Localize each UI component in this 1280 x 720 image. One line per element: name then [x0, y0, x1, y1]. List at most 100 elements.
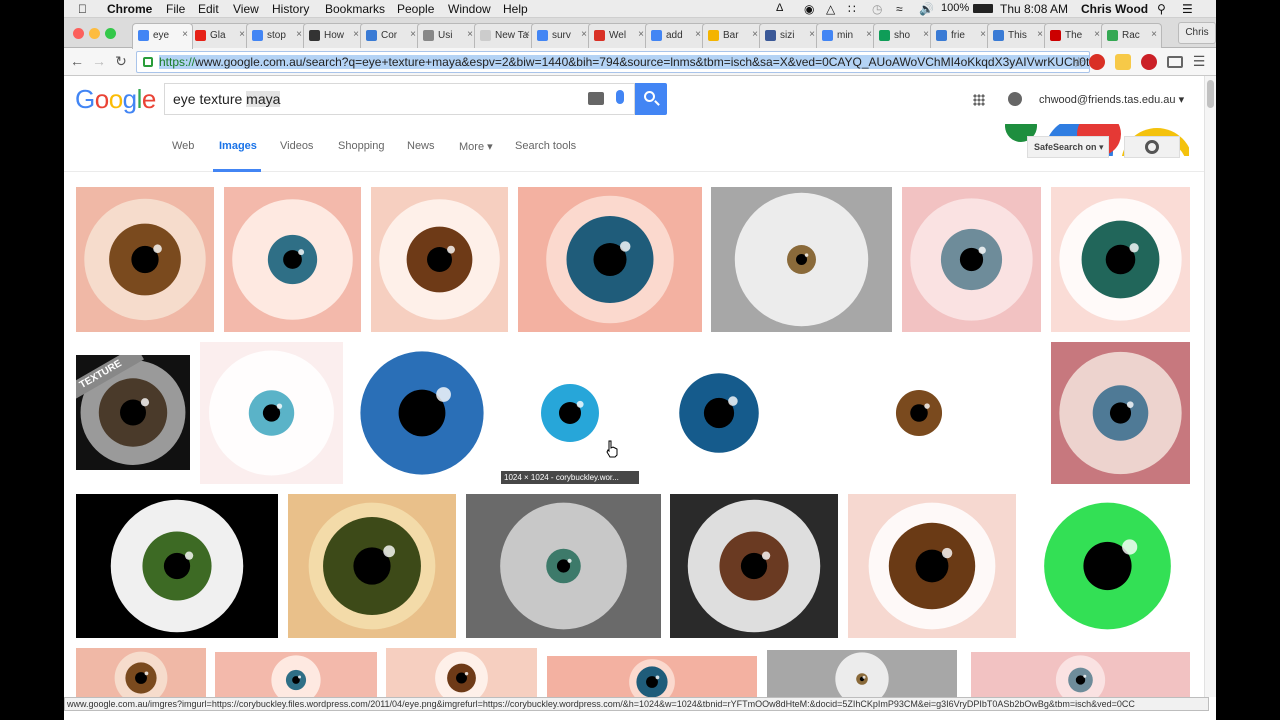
image-result[interactable]: [902, 187, 1041, 332]
search-input[interactable]: eye texture maya: [164, 83, 635, 115]
tab-search-tools[interactable]: Search tools: [515, 140, 576, 152]
spotlight-icon[interactable]: ⚲: [1157, 2, 1166, 16]
tab-close-icon[interactable]: ×: [182, 29, 188, 40]
menu-app-name[interactable]: Chrome: [107, 2, 152, 16]
extension-shield-icon[interactable]: [1089, 54, 1105, 70]
tab-close-icon[interactable]: ×: [1094, 29, 1100, 40]
tab-more[interactable]: More ▾: [459, 140, 493, 153]
image-result[interactable]: [1025, 494, 1190, 638]
image-result[interactable]: [371, 187, 508, 332]
tab-close-icon[interactable]: ×: [809, 29, 815, 40]
tab-images[interactable]: Images: [219, 140, 257, 152]
browser-tab[interactable]: New Ta ×: [474, 23, 535, 48]
tab-web[interactable]: Web: [172, 140, 194, 152]
notifications-icon[interactable]: [1008, 92, 1022, 106]
tab-close-icon[interactable]: ×: [410, 29, 416, 40]
browser-tab[interactable]: eye ×: [132, 23, 193, 49]
browser-tab[interactable]: frie ×: [930, 23, 991, 48]
reload-icon[interactable]: ↻: [112, 52, 130, 70]
image-result[interactable]: [200, 342, 343, 484]
volume-icon[interactable]: 🔊: [919, 2, 934, 16]
time-machine-icon[interactable]: ◷: [872, 2, 882, 16]
apps-grid-icon[interactable]: [973, 94, 985, 106]
safesearch-dropdown[interactable]: SafeSearch on ▾: [1027, 136, 1109, 158]
zoom-window-icon[interactable]: [105, 28, 116, 39]
extension-star-icon[interactable]: [1115, 54, 1131, 70]
image-result[interactable]: [767, 650, 957, 700]
forward-icon[interactable]: →: [90, 52, 108, 70]
tab-videos[interactable]: Videos: [280, 140, 313, 152]
menu-history[interactable]: History: [272, 2, 309, 16]
menu-help[interactable]: Help: [503, 2, 528, 16]
menu-bookmarks[interactable]: Bookmarks: [325, 2, 385, 16]
image-result[interactable]: 1024 × 1024 - corybuckley.wor...: [501, 342, 639, 484]
browser-tab[interactable]: add ×: [645, 23, 706, 48]
tab-close-icon[interactable]: ×: [239, 29, 245, 40]
browser-tab[interactable]: sho ×: [873, 23, 934, 48]
profile-button[interactable]: Chris: [1178, 22, 1216, 44]
bookmark-star-icon[interactable]: ☆: [1072, 52, 1085, 72]
image-result[interactable]: [76, 187, 214, 332]
settings-button[interactable]: [1124, 136, 1180, 158]
menu-user[interactable]: Chris Wood: [1081, 2, 1148, 16]
image-result[interactable]: [224, 187, 361, 332]
browser-tab[interactable]: Bar ×: [702, 23, 763, 48]
tab-close-icon[interactable]: ×: [1151, 29, 1157, 40]
browser-tab[interactable]: This ×: [987, 23, 1048, 48]
apple-icon[interactable]: : [78, 2, 87, 16]
tab-close-icon[interactable]: ×: [752, 29, 758, 40]
tab-close-icon[interactable]: ×: [923, 29, 929, 40]
minimize-window-icon[interactable]: [89, 28, 100, 39]
menu-edit[interactable]: Edit: [198, 2, 219, 16]
grid-status-icon[interactable]: ∷: [848, 2, 856, 16]
browser-tab[interactable]: Rac ×: [1101, 23, 1162, 48]
drive-icon[interactable]: △: [826, 2, 835, 16]
image-result[interactable]: [1051, 187, 1190, 332]
browser-tab[interactable]: stop ×: [246, 23, 307, 48]
tab-close-icon[interactable]: ×: [695, 29, 701, 40]
image-result[interactable]: [971, 652, 1190, 700]
image-result[interactable]: [648, 342, 790, 484]
menu-file[interactable]: File: [166, 2, 185, 16]
tab-close-icon[interactable]: ×: [353, 29, 359, 40]
browser-tab[interactable]: The ×: [1044, 23, 1105, 48]
battery-icon[interactable]: [973, 4, 993, 13]
tab-close-icon[interactable]: ×: [467, 29, 473, 40]
adobe-icon[interactable]: Δ: [776, 2, 783, 14]
tab-close-icon[interactable]: ×: [638, 29, 644, 40]
browser-tab[interactable]: min ×: [816, 23, 877, 48]
account-email[interactable]: chwood@friends.tas.edu.au ▾: [1039, 93, 1184, 106]
microphone-icon[interactable]: [616, 90, 624, 104]
tab-close-icon[interactable]: ×: [980, 29, 986, 40]
pinterest-icon[interactable]: [1141, 54, 1157, 70]
menu-view[interactable]: View: [233, 2, 259, 16]
image-result[interactable]: [796, 349, 1042, 477]
image-result[interactable]: [386, 648, 537, 700]
browser-tab[interactable]: surv ×: [531, 23, 592, 48]
browser-tab[interactable]: Cor ×: [360, 23, 421, 48]
image-result[interactable]: [76, 494, 278, 638]
image-result[interactable]: [711, 187, 892, 332]
camera-icon[interactable]: [588, 92, 604, 105]
image-result[interactable]: [352, 342, 492, 484]
address-bar[interactable]: https://www.google.com.au/search?q=eye+t…: [136, 51, 1090, 73]
scroll-thumb[interactable]: [1207, 80, 1214, 108]
notification-center-icon[interactable]: ☰: [1182, 2, 1193, 16]
record-icon[interactable]: ◉: [804, 2, 814, 16]
chrome-menu-icon[interactable]: ☰: [1190, 52, 1208, 70]
tab-close-icon[interactable]: ×: [866, 29, 872, 40]
tab-shopping[interactable]: Shopping: [338, 140, 385, 152]
image-result[interactable]: [215, 652, 377, 700]
wifi-icon[interactable]: ≈: [896, 2, 903, 16]
browser-tab[interactable]: Gla ×: [189, 23, 250, 48]
image-result[interactable]: [670, 494, 838, 638]
menu-clock[interactable]: Thu 8:08 AM: [1000, 2, 1068, 16]
image-result[interactable]: [466, 494, 661, 638]
menu-people[interactable]: People: [397, 2, 434, 16]
image-result[interactable]: [76, 648, 206, 700]
browser-tab[interactable]: Usi ×: [417, 23, 478, 48]
image-result[interactable]: [288, 494, 456, 638]
menu-window[interactable]: Window: [448, 2, 491, 16]
image-result[interactable]: [547, 656, 757, 700]
image-result[interactable]: [1051, 342, 1190, 484]
